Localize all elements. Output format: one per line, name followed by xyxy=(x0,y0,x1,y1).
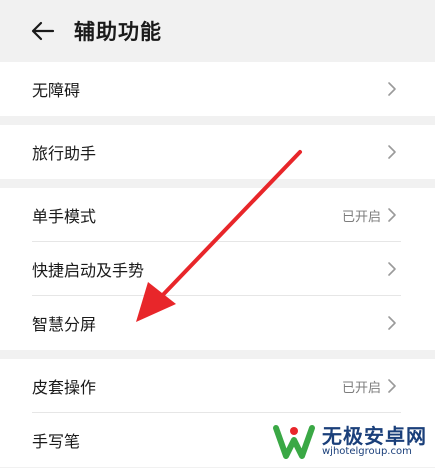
chevron-right-icon xyxy=(387,81,399,97)
header: 辅助功能 xyxy=(0,0,435,62)
watermark: 无极安卓网 wjhotelgroup.com xyxy=(272,422,427,462)
setting-label: 快捷启动及手势 xyxy=(32,261,145,280)
setting-label: 旅行助手 xyxy=(32,144,97,163)
setting-row-shortcuts-gestures[interactable]: 快捷启动及手势 xyxy=(0,242,435,296)
chevron-right-icon xyxy=(387,144,399,160)
setting-label: 皮套操作 xyxy=(32,378,97,397)
group-gap xyxy=(0,179,435,188)
setting-row-one-hand-mode[interactable]: 单手模式 已开启 xyxy=(0,188,435,242)
setting-status: 已开启 xyxy=(341,380,381,396)
settings-group: 单手模式 已开启 快捷启动及手势 智慧分屏 xyxy=(0,188,435,350)
setting-row-cover-operation[interactable]: 皮套操作 已开启 xyxy=(0,359,435,413)
watermark-url: wjhotelgroup.com xyxy=(322,446,412,458)
setting-label: 单手模式 xyxy=(32,207,97,226)
settings-group: 无障碍 xyxy=(0,62,435,116)
chevron-right-icon xyxy=(387,315,399,331)
setting-row-smart-split-screen[interactable]: 智慧分屏 xyxy=(0,296,435,350)
back-arrow-icon xyxy=(31,21,55,41)
watermark-logo-icon xyxy=(273,425,315,459)
setting-row-travel-assistant[interactable]: 旅行助手 xyxy=(0,125,435,179)
chevron-right-icon xyxy=(387,207,399,223)
group-gap xyxy=(0,350,435,359)
back-button[interactable] xyxy=(28,16,58,46)
setting-label: 智慧分屏 xyxy=(32,315,97,334)
watermark-name: 无极安卓网 xyxy=(322,424,427,449)
page-title: 辅助功能 xyxy=(74,20,162,44)
group-gap xyxy=(0,116,435,125)
setting-row-accessibility[interactable]: 无障碍 xyxy=(0,62,435,116)
settings-group: 旅行助手 xyxy=(0,125,435,179)
setting-status: 已开启 xyxy=(341,209,381,225)
setting-label: 无障碍 xyxy=(32,81,81,100)
chevron-right-icon xyxy=(387,378,399,394)
chevron-right-icon xyxy=(387,261,399,277)
